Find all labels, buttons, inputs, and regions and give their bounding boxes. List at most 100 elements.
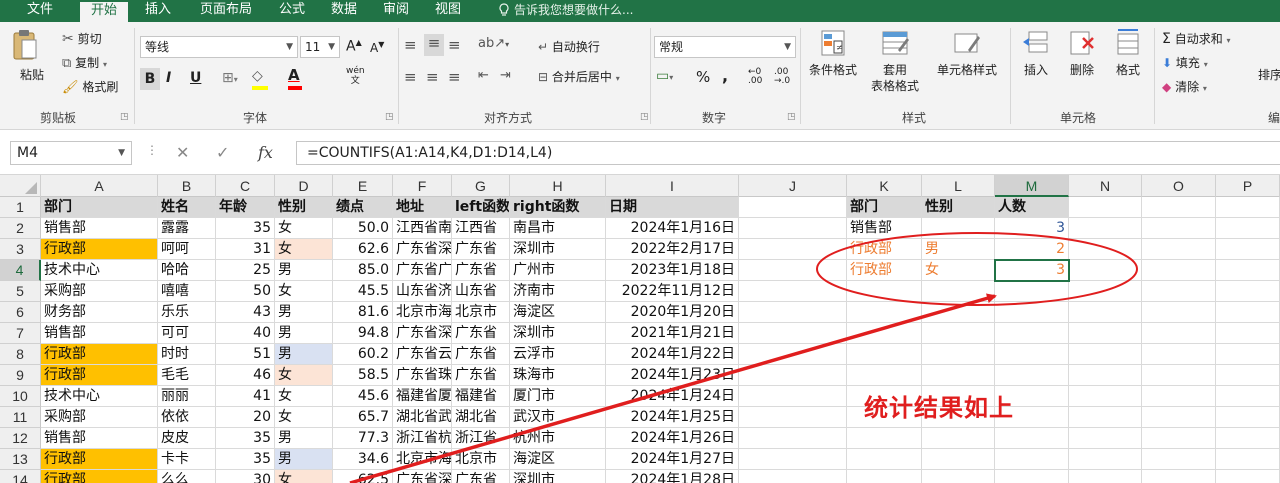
cell-a2[interactable]: 销售部: [41, 218, 158, 239]
grow-font-button[interactable]: A▲: [346, 38, 362, 55]
cell-b14[interactable]: 么么: [158, 470, 216, 483]
cell-i12[interactable]: 2024年1月26日: [606, 428, 739, 449]
row-header-6[interactable]: 6: [0, 302, 41, 323]
cell-p2[interactable]: [1216, 218, 1280, 239]
cell-e12[interactable]: 77.3: [333, 428, 393, 449]
cell-i14[interactable]: 2024年1月28日: [606, 470, 739, 483]
cell-c4[interactable]: 25: [216, 260, 275, 281]
cell-m4[interactable]: 3: [994, 259, 1070, 282]
cell-j3[interactable]: [739, 239, 847, 260]
bottom-align-button[interactable]: ≡: [448, 36, 461, 54]
cell-p9[interactable]: [1216, 365, 1280, 386]
cell-p14[interactable]: [1216, 470, 1280, 483]
cell-j6[interactable]: [739, 302, 847, 323]
cell-m9[interactable]: [995, 365, 1069, 386]
cell-g2[interactable]: 江西省: [452, 218, 510, 239]
cell-f7[interactable]: 广东省深: [393, 323, 452, 344]
row-header-10[interactable]: 10: [0, 386, 41, 407]
cell-j14[interactable]: [739, 470, 847, 483]
cell-m14[interactable]: [995, 470, 1069, 483]
percent-button[interactable]: %: [696, 68, 710, 86]
copy-button[interactable]: ⧉ 复制 ▾: [62, 54, 107, 71]
cell-b9[interactable]: 毛毛: [158, 365, 216, 386]
bold-button[interactable]: B: [140, 68, 160, 90]
format-cells-button[interactable]: 格式: [1108, 28, 1148, 78]
cell-e3[interactable]: 62.6: [333, 239, 393, 260]
cell-f2[interactable]: 江西省南: [393, 218, 452, 239]
cell-o11[interactable]: [1142, 407, 1216, 428]
cell-c9[interactable]: 46: [216, 365, 275, 386]
cell-p10[interactable]: [1216, 386, 1280, 407]
cell-i11[interactable]: 2024年1月25日: [606, 407, 739, 428]
cell-m3[interactable]: 2: [995, 239, 1069, 260]
cell-b7[interactable]: 可可: [158, 323, 216, 344]
fill-color-button[interactable]: ◇: [252, 68, 268, 90]
row-header-5[interactable]: 5: [0, 281, 41, 302]
clear-button[interactable]: ◆ 清除 ▾: [1162, 78, 1207, 95]
cell-l13[interactable]: [922, 449, 995, 470]
align-center-button[interactable]: ≡: [426, 68, 439, 86]
cell-p1[interactable]: [1216, 197, 1280, 218]
cell-d6[interactable]: 男: [275, 302, 333, 323]
cell-o10[interactable]: [1142, 386, 1216, 407]
cell-n2[interactable]: [1069, 218, 1142, 239]
tab-formulas[interactable]: 公式: [272, 0, 312, 22]
cell-i6[interactable]: 2020年1月20日: [606, 302, 739, 323]
cell-b10[interactable]: 丽丽: [158, 386, 216, 407]
underline-button[interactable]: U: [190, 70, 201, 86]
cell-h12[interactable]: 杭州市: [510, 428, 606, 449]
cell-m8[interactable]: [995, 344, 1069, 365]
row-header-9[interactable]: 9: [0, 365, 41, 386]
cell-h1[interactable]: right函数: [510, 197, 606, 218]
cell-n6[interactable]: [1069, 302, 1142, 323]
cell-h10[interactable]: 厦门市: [510, 386, 606, 407]
sort-filter-button[interactable]: 排序: [1258, 66, 1280, 83]
cell-o9[interactable]: [1142, 365, 1216, 386]
cell-o14[interactable]: [1142, 470, 1216, 483]
cell-g1[interactable]: left函数: [452, 197, 510, 218]
row-header-2[interactable]: 2: [0, 218, 41, 239]
column-header-c[interactable]: C: [216, 175, 275, 197]
wrap-text-button[interactable]: ↵ 自动换行: [538, 38, 600, 55]
cell-a3[interactable]: 行政部: [41, 239, 158, 260]
font-launcher-icon[interactable]: ◳: [385, 112, 394, 122]
cell-c2[interactable]: 35: [216, 218, 275, 239]
cell-o1[interactable]: [1142, 197, 1216, 218]
select-all-corner[interactable]: [0, 175, 41, 197]
cell-l14[interactable]: [922, 470, 995, 483]
cell-b5[interactable]: 嘻嘻: [158, 281, 216, 302]
cell-l4[interactable]: 女: [922, 260, 995, 281]
cell-i13[interactable]: 2024年1月27日: [606, 449, 739, 470]
cell-a5[interactable]: 采购部: [41, 281, 158, 302]
cell-g4[interactable]: 广东省: [452, 260, 510, 281]
cell-f14[interactable]: 广东省深: [393, 470, 452, 483]
cell-n10[interactable]: [1069, 386, 1142, 407]
cell-i2[interactable]: 2024年1月16日: [606, 218, 739, 239]
cell-h14[interactable]: 深圳市: [510, 470, 606, 483]
cell-h3[interactable]: 深圳市: [510, 239, 606, 260]
cell-k1[interactable]: 部门: [847, 197, 922, 218]
cell-d7[interactable]: 男: [275, 323, 333, 344]
cell-n14[interactable]: [1069, 470, 1142, 483]
cell-k13[interactable]: [847, 449, 922, 470]
tab-home[interactable]: 开始: [80, 2, 128, 22]
align-left-button[interactable]: ≡: [404, 68, 417, 86]
cell-f5[interactable]: 山东省济: [393, 281, 452, 302]
row-header-13[interactable]: 13: [0, 449, 41, 470]
insert-cells-button[interactable]: 插入: [1016, 28, 1056, 78]
cell-p7[interactable]: [1216, 323, 1280, 344]
column-header-j[interactable]: J: [739, 175, 847, 197]
tab-data[interactable]: 数据: [324, 0, 364, 22]
cell-l9[interactable]: [922, 365, 995, 386]
cut-button[interactable]: ✂ 剪切: [62, 30, 102, 47]
cell-a12[interactable]: 销售部: [41, 428, 158, 449]
tab-review[interactable]: 审阅: [376, 0, 416, 22]
cell-e6[interactable]: 81.6: [333, 302, 393, 323]
cell-i7[interactable]: 2021年1月21日: [606, 323, 739, 344]
font-size-dropdown[interactable]: 11 ▼: [300, 36, 340, 58]
cell-f13[interactable]: 北京市海: [393, 449, 452, 470]
cell-f6[interactable]: 北京市海: [393, 302, 452, 323]
cell-a1[interactable]: 部门: [41, 197, 158, 218]
cell-o12[interactable]: [1142, 428, 1216, 449]
cell-c13[interactable]: 35: [216, 449, 275, 470]
